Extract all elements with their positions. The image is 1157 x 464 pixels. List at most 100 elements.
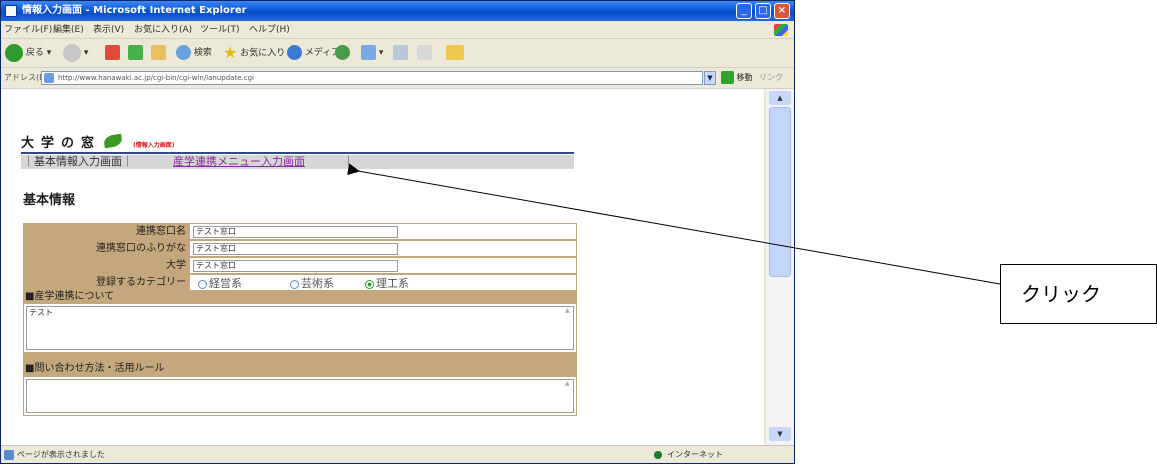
address-bar: アドレス(D) http://www.hanawaki.ac.jp/cgi-bi… — [1, 68, 794, 89]
scroll-up-button[interactable]: ▲ — [769, 91, 791, 105]
address-input[interactable]: http://www.hanawaki.ac.jp/cgi-bin/cgi-wi… — [41, 71, 703, 85]
go-arrow-icon — [721, 71, 734, 84]
browser-window: 情報入力画面 - Microsoft Internet Explorer _ □… — [0, 0, 795, 464]
window-title: 情報入力画面 - Microsoft Internet Explorer — [22, 5, 247, 16]
media-button[interactable]: メディア — [287, 42, 340, 64]
stop-icon — [105, 45, 120, 60]
address-dropdown-button[interactable]: ▼ — [704, 71, 716, 85]
media-icon — [287, 45, 302, 60]
search-icon — [176, 45, 191, 60]
menu-edit[interactable]: 編集(E) — [53, 22, 84, 38]
forward-arrow-icon — [63, 43, 81, 62]
refresh-icon — [128, 45, 143, 60]
radio-circle-selected — [365, 279, 374, 289]
contact-kana-input[interactable]: テスト窓口 — [193, 243, 398, 255]
textarea-value: テスト — [29, 308, 53, 317]
section-title: 基本情報 — [23, 193, 76, 208]
field-cell: テスト窓口 — [189, 223, 577, 240]
radio-label: 経営系 — [209, 277, 242, 290]
maximize-button[interactable]: □ — [755, 3, 771, 19]
back-arrow-icon — [5, 43, 23, 62]
page-scrollbar[interactable]: ▲ ▼ — [765, 89, 794, 445]
close-button[interactable]: × — [774, 3, 790, 19]
star-icon: ★ — [223, 43, 238, 62]
category-radio-science[interactable]: 理工系 — [365, 277, 409, 290]
logo-subtitle: (情報入力画面) — [133, 142, 175, 149]
scroll-thumb[interactable] — [769, 107, 791, 277]
field-label: 大学 — [23, 257, 189, 274]
menu-view[interactable]: 表示(V) — [93, 22, 124, 38]
ie-app-icon — [5, 5, 17, 17]
site-logo-text: 大学の窓 — [21, 136, 102, 151]
industry-textarea-cell: テスト ▲ — [23, 303, 577, 353]
field-cell: テスト窓口 — [189, 240, 577, 257]
contact-method-textarea[interactable] — [26, 379, 574, 413]
history-button[interactable] — [335, 42, 350, 64]
header-divider — [21, 152, 574, 154]
favorites-label: お気に入り — [240, 48, 286, 59]
windows-logo-icon — [774, 24, 788, 36]
home-icon — [151, 45, 166, 60]
form-row-contact-kana: 連携窓口のふりがな テスト窓口 — [23, 240, 577, 257]
mail-icon — [361, 45, 376, 60]
go-button[interactable]: 移動 — [721, 70, 753, 86]
textarea-scroll-up-icon[interactable]: ▲ — [565, 380, 573, 388]
nav-industry-menu-link[interactable]: 産学連携メニュー入力画面 — [173, 155, 305, 169]
mail-button[interactable]: ▾ — [361, 42, 383, 64]
edit-button[interactable] — [417, 42, 432, 64]
print-button[interactable] — [393, 42, 408, 64]
category-radio-management[interactable]: 経営系 — [198, 277, 242, 290]
status-bar: ページが表示されました インターネット — [1, 445, 794, 463]
form-row-contact-name: 連携窓口名 テスト窓口 — [23, 223, 577, 240]
nav-end-separator: ｜ — [343, 155, 354, 168]
menu-favorites[interactable]: お気に入り(A) — [134, 22, 192, 38]
search-button[interactable]: 検索 — [176, 42, 212, 64]
block-heading-contact-method: ■問い合わせ方法・活用ルール — [25, 363, 165, 374]
scroll-down-button[interactable]: ▼ — [769, 427, 791, 441]
textarea-scroll-up-icon[interactable]: ▲ — [565, 307, 573, 315]
form-row-category: 登録するカテゴリー 経営系 芸術系 理工系 — [23, 274, 577, 291]
field-label: 登録するカテゴリー — [23, 274, 189, 291]
radio-label: 芸術系 — [301, 277, 334, 290]
nav-basic-info: ｜基本情報入力画面｜ — [23, 155, 133, 168]
field-label: 連携窓口のふりがな — [23, 240, 189, 257]
refresh-button[interactable] — [128, 42, 143, 64]
print-icon — [393, 45, 408, 60]
university-input[interactable]: テスト窓口 — [193, 260, 398, 272]
back-button[interactable]: 戻る ▾ — [5, 42, 51, 64]
field-label: 連携窓口名 — [23, 223, 189, 240]
menu-help[interactable]: ヘルプ(H) — [249, 22, 290, 38]
favorites-button[interactable]: ★ お気に入り — [223, 42, 285, 64]
callout-box: クリック — [1000, 264, 1157, 324]
contact-name-input[interactable]: テスト窓口 — [193, 226, 398, 238]
forward-button[interactable]: ▾ — [63, 42, 88, 64]
folder-button[interactable] — [446, 42, 464, 64]
page-content: 大学の窓 (情報入力画面) ｜基本情報入力画面｜ 産学連携メニュー入力画面 ｜ … — [1, 89, 764, 445]
stop-button[interactable] — [105, 42, 120, 64]
field-cell: 経営系 芸術系 理工系 — [189, 274, 577, 291]
home-button[interactable] — [151, 42, 166, 64]
field-cell: テスト窓口 — [189, 257, 577, 274]
page-done-icon — [4, 450, 14, 460]
leaf-logo-icon — [103, 133, 123, 149]
radio-circle — [198, 279, 207, 289]
menu-bar: ファイル(F) 編集(E) 表示(V) お気に入り(A) ツール(T) ヘルプ(… — [1, 22, 794, 39]
links-label[interactable]: リンク — [759, 68, 783, 88]
back-label: 戻る — [25, 48, 44, 58]
radio-label: 理工系 — [376, 277, 409, 290]
minimize-button[interactable]: _ — [736, 3, 752, 19]
category-radio-arts[interactable]: 芸術系 — [290, 277, 334, 290]
page-icon — [44, 73, 54, 83]
radio-circle — [290, 279, 299, 289]
menu-file[interactable]: ファイル(F) — [4, 22, 52, 38]
block-heading-industry: ■産学連携について — [23, 291, 577, 303]
folder-icon — [446, 45, 464, 60]
status-text: ページが表示されました — [17, 450, 105, 459]
industry-textarea[interactable]: テスト — [26, 306, 574, 350]
toolbar: 戻る ▾ ▾ 検索 ★ お気に入り メディア ▾ — [1, 39, 794, 68]
form-row-university: 大学 テスト窓口 — [23, 257, 577, 274]
menu-tools[interactable]: ツール(T) — [200, 22, 240, 38]
contact-method-textarea-cell: ▲ — [23, 376, 577, 416]
nav-bar: ｜基本情報入力画面｜ 産学連携メニュー入力画面 ｜ — [21, 155, 574, 169]
title-bar: 情報入力画面 - Microsoft Internet Explorer _ □… — [1, 1, 794, 21]
